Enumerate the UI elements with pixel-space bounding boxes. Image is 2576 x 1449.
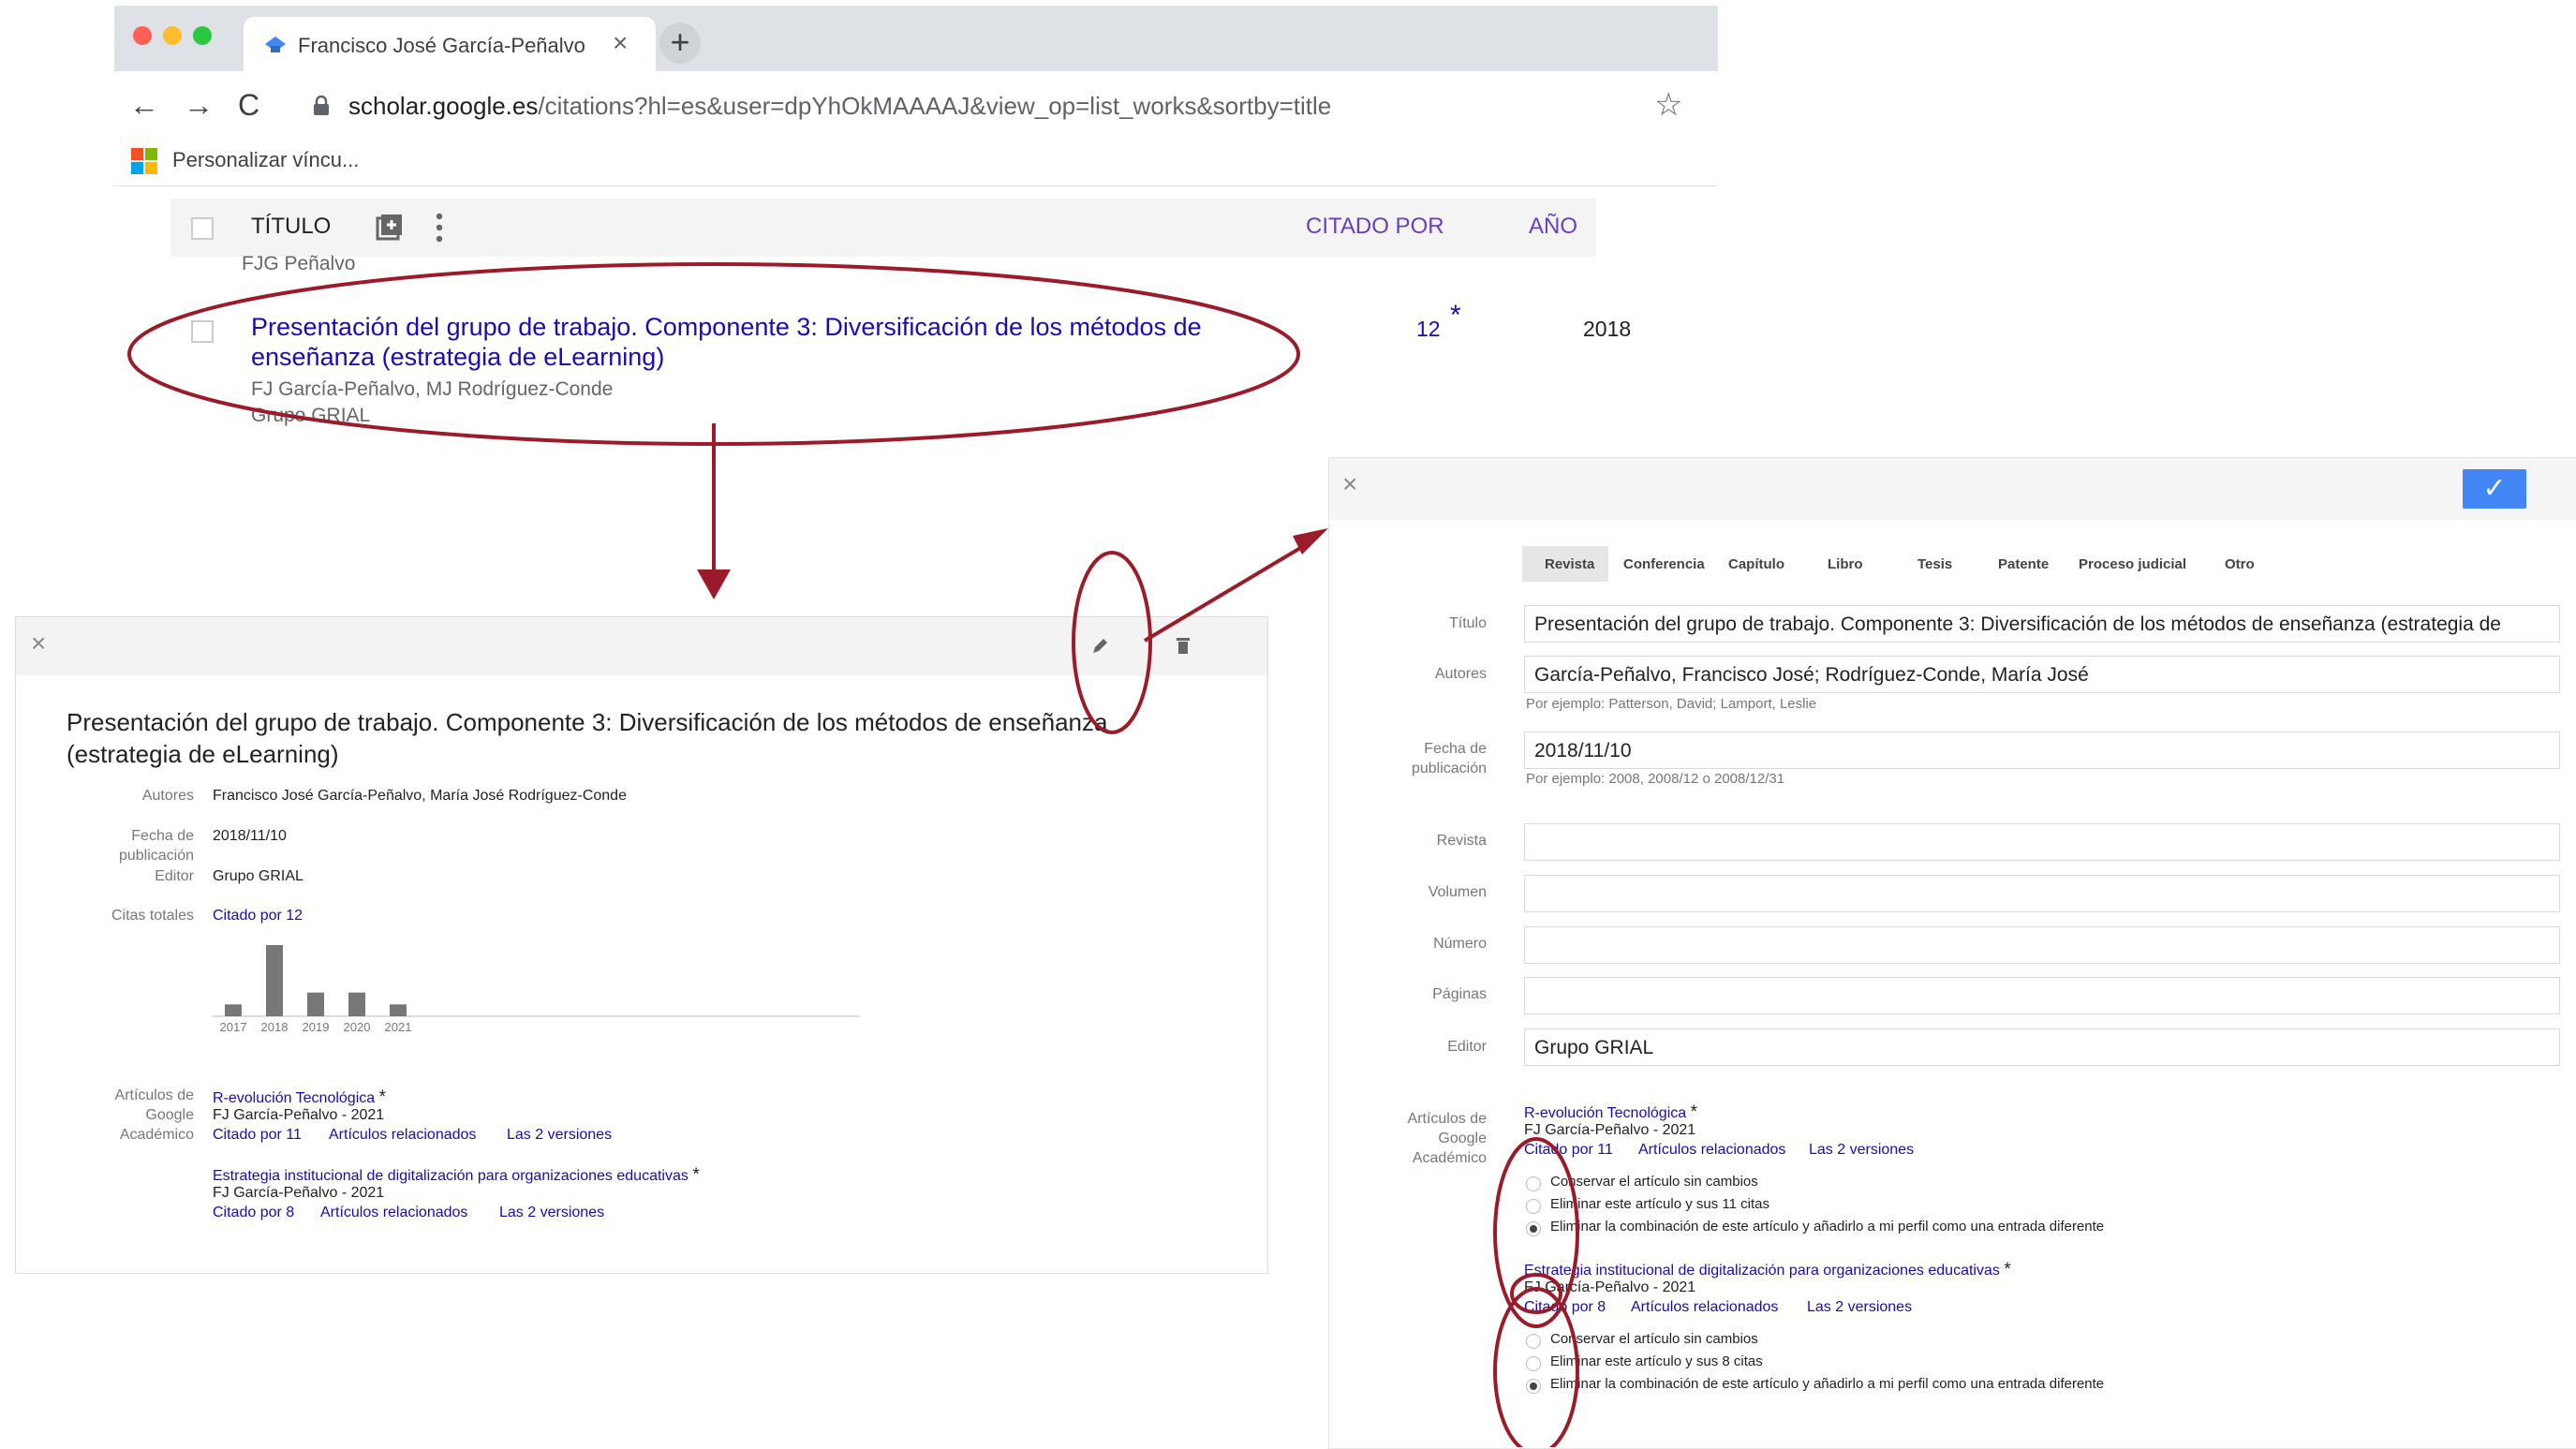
annotation-overlay xyxy=(127,262,1579,1447)
title-highlight-ellipse xyxy=(127,262,1300,446)
edit-button-highlight-ellipse xyxy=(1072,551,1152,734)
radio-group-1-highlight-ellipse xyxy=(1493,1137,1579,1328)
right-arrow-line xyxy=(1143,540,1313,643)
down-arrowhead xyxy=(697,569,731,599)
